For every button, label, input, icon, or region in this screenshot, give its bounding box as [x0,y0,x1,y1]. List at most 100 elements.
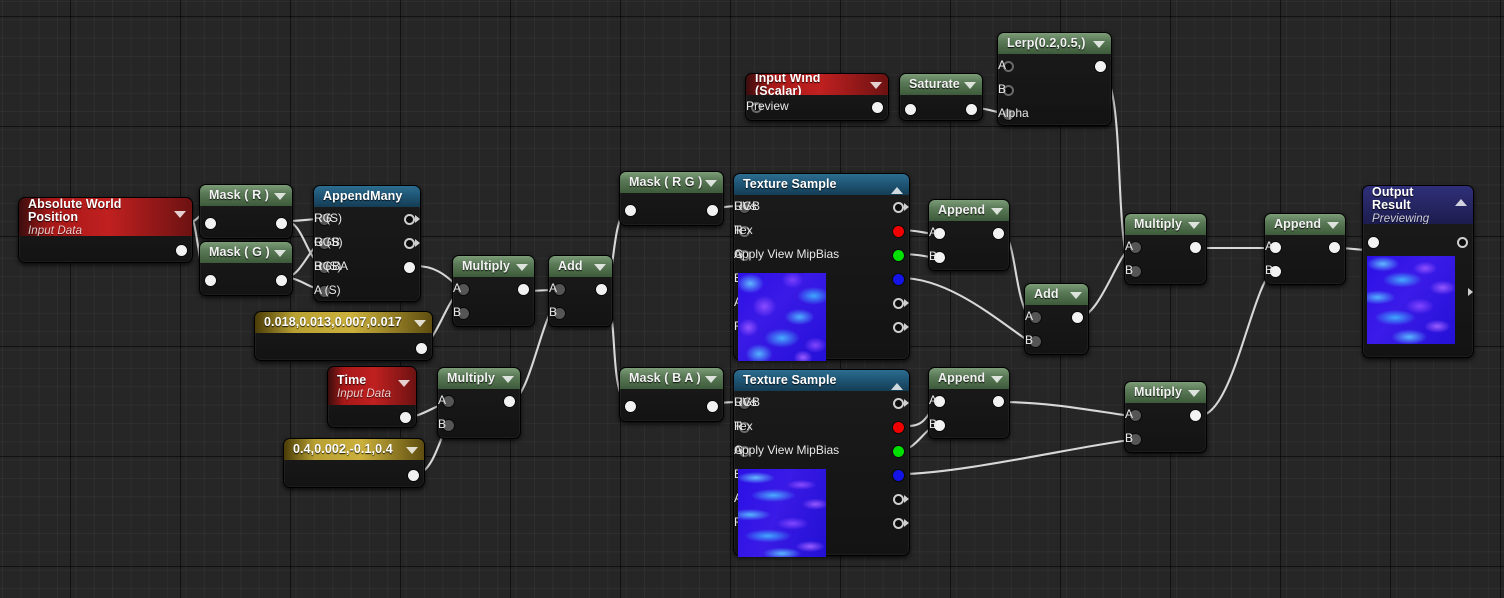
node-multiply-1[interactable]: Multiply A B [452,255,535,327]
pin-output[interactable] [404,214,415,225]
pin-output[interactable] [707,205,718,216]
pin-output[interactable] [1095,61,1106,72]
pin-output[interactable] [1072,312,1083,323]
node-header-add-1[interactable]: Add [549,256,612,277]
node-saturate[interactable]: Saturate [899,73,983,121]
pin-input[interactable] [205,218,216,229]
pin-output[interactable] [893,422,904,433]
node-time[interactable]: Time Input Data [327,366,417,428]
chevron-down-icon[interactable] [991,207,1003,215]
node-header-constant-04[interactable]: 0.4,0.002,-0.1,0.4 [284,439,424,460]
chevron-down-icon[interactable] [991,375,1003,383]
pin-output[interactable] [966,103,977,115]
node-header-mask-rg[interactable]: Mask ( R G ) [620,172,723,193]
pin-output[interactable] [893,226,904,237]
node-add-2[interactable]: Add A B [1024,283,1089,355]
node-add-1[interactable]: Add A B [548,255,613,327]
chevron-down-icon[interactable] [705,179,717,187]
chevron-up-icon[interactable] [891,383,903,390]
chevron-down-icon[interactable] [705,375,717,383]
chevron-down-icon[interactable] [1188,389,1200,397]
node-header-time[interactable]: Time Input Data [328,367,416,405]
pin-output[interactable] [596,284,607,295]
pin-output[interactable] [993,228,1004,239]
node-texture-sample-1[interactable]: Texture Sample UVs RGB Tex R Apply View MipBi… [733,173,910,361]
pin-output[interactable] [404,262,415,273]
node-header-append-2[interactable]: Append [929,368,1009,389]
material-graph-canvas[interactable]: Absolute World Position Input Data Mask ( … [0,0,1504,598]
node-absolute-world-position[interactable]: Absolute World Position Input Data [18,197,193,263]
node-lerp[interactable]: Lerp(0.2,0.5,) A B Alpha [997,32,1112,126]
pin-input[interactable] [1368,237,1379,248]
node-append-3[interactable]: Append A B [1264,213,1346,285]
pin-output[interactable] [993,396,1004,407]
node-mask-rg[interactable]: Mask ( R G ) [619,171,724,226]
chevron-down-icon[interactable] [594,263,606,271]
node-header-texture-sample-1[interactable]: Texture Sample [734,174,909,195]
node-multiply-4[interactable]: Multiply A B [1124,381,1207,453]
pin-output[interactable] [893,446,904,457]
node-header-multiply-2[interactable]: Multiply [438,368,520,389]
chevron-down-icon[interactable] [1327,221,1339,229]
node-header-mask-r[interactable]: Mask ( R ) [200,185,292,206]
pin-output[interactable] [518,284,529,295]
pin-output[interactable] [893,250,904,261]
pin-output[interactable] [504,396,515,407]
pin-output[interactable] [893,398,904,409]
chevron-down-icon[interactable] [414,319,426,327]
chevron-up-icon[interactable] [891,187,903,194]
node-header-append-1[interactable]: Append [929,200,1009,221]
chevron-down-icon[interactable] [406,446,418,454]
node-append-1[interactable]: Append A B [928,199,1010,271]
pin-output[interactable] [1190,410,1201,421]
pin-output[interactable] [893,274,904,285]
chevron-down-icon[interactable] [1093,40,1105,48]
pin-input[interactable] [625,401,636,412]
node-mask-ba[interactable]: Mask ( B A ) [619,367,724,422]
chevron-up-icon[interactable] [1455,199,1467,206]
node-mask-r[interactable]: Mask ( R ) [199,184,293,239]
pin-output[interactable] [1329,242,1340,253]
chevron-down-icon[interactable] [274,249,286,257]
pin-output[interactable] [893,322,904,333]
pin-output[interactable] [408,469,419,481]
pin-output[interactable] [276,218,287,229]
chevron-down-icon[interactable] [274,192,286,200]
node-header-mask-g[interactable]: Mask ( G ) [200,242,292,263]
pin-output[interactable] [872,102,883,113]
chevron-down-icon[interactable] [398,380,410,387]
pin-output[interactable] [404,238,415,249]
node-header-constant-0018[interactable]: 0.018,0.013,0.007,0.017 [255,312,432,333]
pin-output[interactable] [276,275,287,286]
node-constant-04[interactable]: 0.4,0.002,-0.1,0.4 [283,438,425,488]
pin-output[interactable] [893,470,904,481]
node-mask-g[interactable]: Mask ( G ) [199,241,293,296]
node-header-append-many[interactable]: AppendMany [314,186,420,207]
node-header-output-result[interactable]: Output Result Previewing [1363,186,1473,224]
node-multiply-2[interactable]: Multiply A B [437,367,521,439]
node-header-saturate[interactable]: Saturate [900,74,982,95]
pin-output[interactable] [176,245,187,256]
node-header-multiply-4[interactable]: Multiply [1125,382,1206,403]
pin-input[interactable] [905,103,916,115]
node-output-result[interactable]: Output Result Previewing [1362,185,1474,358]
node-header-absolute-world-position[interactable]: Absolute World Position Input Data [19,198,192,236]
node-append-2[interactable]: Append A B [928,367,1010,439]
node-input-wind-scalar[interactable]: Input Wind (Scalar) Preview [745,73,889,121]
node-header-lerp[interactable]: Lerp(0.2,0.5,) [998,33,1111,54]
node-header-input-wind-scalar[interactable]: Input Wind (Scalar) [746,74,888,95]
node-header-mask-ba[interactable]: Mask ( B A ) [620,368,723,389]
node-header-multiply-1[interactable]: Multiply [453,256,534,277]
pin-output[interactable] [893,202,904,213]
node-header-multiply-3[interactable]: Multiply [1125,214,1206,235]
pin-output[interactable] [893,518,904,529]
node-texture-sample-2[interactable]: Texture Sample UVs RGB Tex R Apply View MipBi… [733,369,910,557]
pin-output[interactable] [707,401,718,412]
pin-output[interactable] [893,494,904,505]
chevron-down-icon[interactable] [964,81,976,89]
node-header-append-3[interactable]: Append [1265,214,1345,235]
chevron-down-icon[interactable] [870,81,882,89]
chevron-down-icon[interactable] [502,375,514,383]
pin-input[interactable] [625,205,636,216]
pin-output[interactable] [416,342,427,354]
